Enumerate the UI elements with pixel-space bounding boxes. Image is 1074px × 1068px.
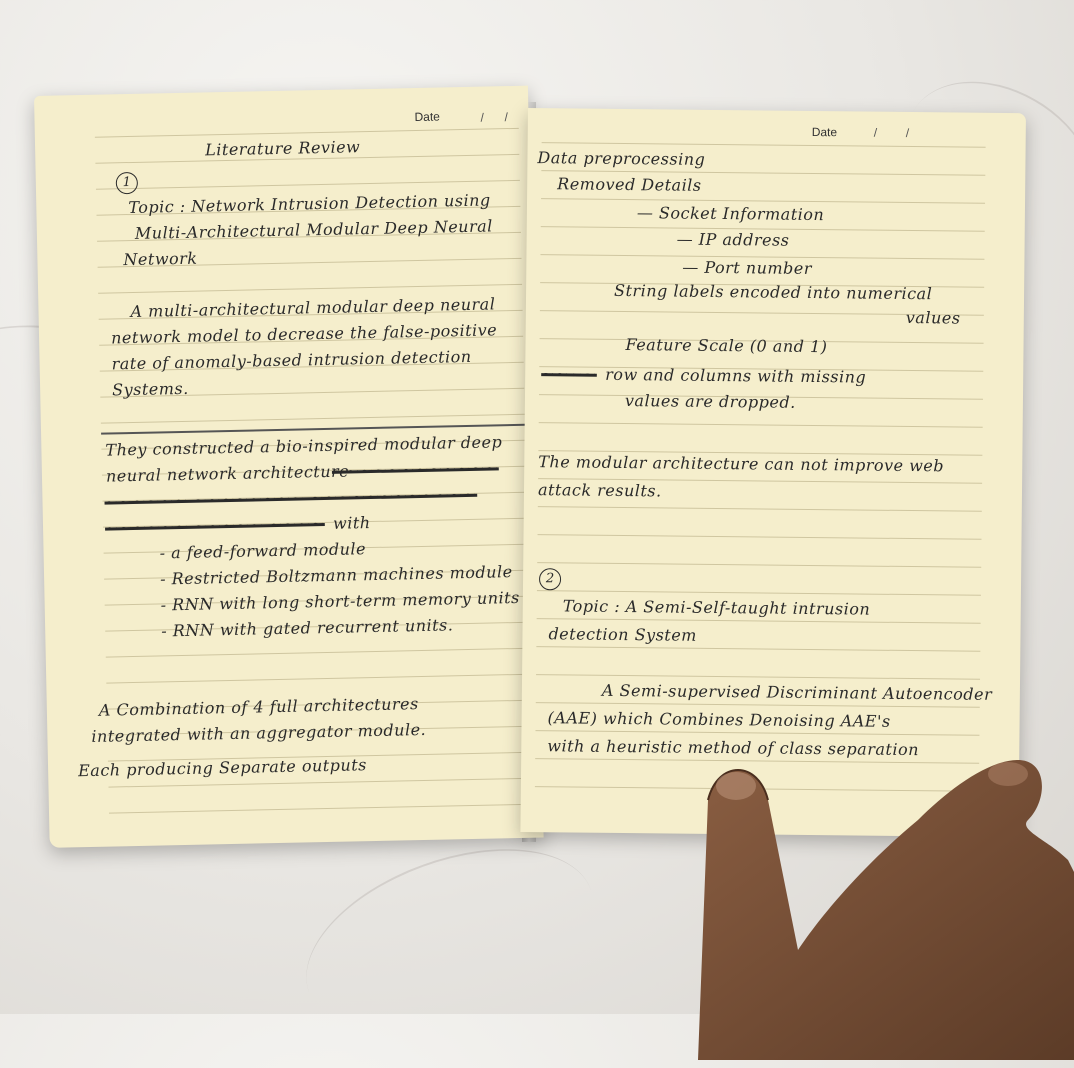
topic-line: detection System [548, 624, 698, 645]
preprocessing-line: row and columns with missing [605, 364, 867, 387]
summary-line: (AAE) which Combines Denoising AAE's [547, 708, 891, 731]
ruled-line [108, 777, 533, 788]
ruled-line [536, 590, 981, 596]
entry-number: 2 [538, 568, 562, 591]
preprocessing-line: — IP address [676, 229, 790, 250]
ruled-line [109, 803, 533, 814]
page-title: Literature Review [204, 137, 361, 160]
closing-line: Each producing Separate outputs [77, 755, 368, 781]
ruled-line [106, 673, 531, 684]
note-line: The modular architecture can not improve… [538, 452, 945, 476]
summary-line: A Semi-supervised Discriminant Autoencod… [601, 680, 993, 704]
ruled-line [537, 562, 982, 568]
bullet-item: - RNN with gated recurrent units. [161, 615, 454, 641]
preprocessing-line: — Port number [682, 257, 813, 278]
header-rule [94, 127, 519, 138]
ruled-line [536, 646, 981, 652]
date-slash: / [905, 125, 910, 140]
topic-line: Multi-Architectural Modular Deep Neural [134, 216, 493, 243]
bullet-item: - Restricted Boltzmann machines module [159, 562, 513, 589]
preprocessing-line: Data preprocessing [537, 148, 706, 169]
ruled-line [538, 422, 983, 428]
bullet-item: - RNN with long short-term memory units [160, 587, 520, 615]
ruled-line [536, 618, 981, 624]
date-slash: / [480, 110, 485, 125]
ruled-line [98, 283, 523, 294]
summary-line: rate of anomaly-based intrusion detectio… [111, 346, 472, 374]
left-page: Date / / Literature Review 1 Topic : Net… [34, 85, 544, 848]
body-line: neural network architecture [105, 461, 350, 486]
summary-line: A multi-architectural modular deep neura… [130, 294, 496, 322]
closing-line: integrated with an aggregator module. [91, 719, 427, 746]
date-label: Date [414, 109, 441, 125]
summary-line: Systems. [111, 378, 189, 400]
ruled-line [95, 179, 520, 190]
topic-line: Network [123, 248, 198, 270]
ruled-line [536, 674, 981, 680]
ruled-line [105, 647, 530, 658]
scribbled-out-text: ~~~~~~ ~~~~~~~~ ~~~~~~~~~~~~ [104, 484, 478, 512]
date-slash: / [504, 110, 509, 125]
preprocessing-line: Feature Scale (0 and 1) [625, 335, 828, 357]
scribbled-out-text: ~~~~ [541, 364, 597, 384]
ruled-line [535, 730, 980, 736]
preprocessing-line: Removed Details [557, 174, 702, 195]
scribbled-out-text: ~~~~~~~~~~~~ [331, 458, 499, 481]
date-slash: / [873, 125, 878, 140]
hand [698, 760, 1074, 1060]
header-rule [541, 142, 986, 148]
note-line: attack results. [537, 480, 662, 501]
preprocessing-line: String labels encoded into numerical [613, 280, 933, 304]
closing-line: A Combination of 4 full architectures [98, 694, 419, 720]
ruled-line [100, 413, 525, 424]
body-line: They constructed a bio-inspired modular … [105, 432, 503, 460]
body-line: with [332, 513, 371, 533]
ruled-line [537, 534, 982, 540]
topic-line: Topic : Network Intrusion Detection usin… [128, 190, 491, 218]
preprocessing-line: values are dropped. [624, 391, 796, 412]
topic-line: Topic : A Semi-Self-taught intrusion [562, 596, 871, 619]
right-page: Date / / Data preprocessing Removed Deta… [520, 108, 1026, 838]
bullet-item: - a feed-forward module [159, 539, 367, 563]
preprocessing-line: — Socket Information [636, 203, 825, 225]
entry-number: 1 [115, 171, 139, 195]
date-label: Date [811, 124, 838, 140]
ruled-line [541, 198, 986, 204]
scribbled-out-text: ~~~~~~ ~~~~~ ~~~~ [104, 514, 325, 538]
summary-line: network model to decrease the false-posi… [110, 320, 498, 348]
ruled-line [537, 506, 982, 512]
preprocessing-line: values [905, 307, 961, 328]
